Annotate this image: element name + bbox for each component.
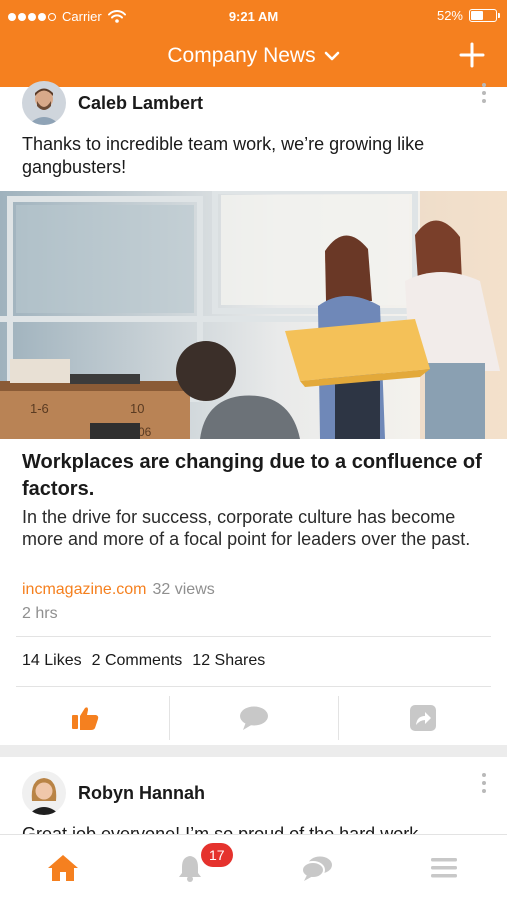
article-source-link[interactable]: incmagazine.com xyxy=(22,581,147,598)
divider xyxy=(16,636,491,637)
tab-notifications[interactable]: 17 xyxy=(127,835,254,900)
likes-count[interactable]: 14 Likes xyxy=(22,652,82,670)
menu-icon xyxy=(430,857,457,877)
comments-count[interactable]: 2 Comments xyxy=(92,652,183,670)
share-icon xyxy=(409,705,436,731)
battery-group: 52% xyxy=(436,8,500,23)
comment-button[interactable] xyxy=(169,692,338,744)
svg-text:10: 10 xyxy=(130,401,144,416)
tab-menu[interactable] xyxy=(380,835,507,900)
shares-count[interactable]: 12 Shares xyxy=(192,652,265,670)
post-actions xyxy=(0,692,507,744)
status-time: 9:21 AM xyxy=(228,9,279,24)
tab-messages[interactable] xyxy=(254,835,381,900)
avatar[interactable] xyxy=(22,771,66,815)
article-views: 32 views xyxy=(152,581,215,598)
author-name: Caleb Lambert xyxy=(78,92,204,113)
app-header: Carrier 9:21 AM 52% Company News xyxy=(0,0,507,87)
plus-icon[interactable] xyxy=(459,42,485,68)
status-bar: Carrier 9:21 AM 52% xyxy=(0,0,507,32)
post-card: Robyn Hannah Great job everyone! I’m so … xyxy=(0,757,507,835)
chevron-down-icon xyxy=(324,51,339,61)
battery-percent: 52% xyxy=(436,8,463,23)
article-meta: incmagazine.com 32 views xyxy=(22,581,215,599)
post-card: Caleb Lambert Thanks to incredible team … xyxy=(0,81,507,745)
divider xyxy=(16,686,491,687)
like-icon xyxy=(71,707,98,730)
author-name: Robyn Hannah xyxy=(78,782,206,803)
post-author[interactable]: Robyn Hannah xyxy=(22,771,205,815)
like-button[interactable] xyxy=(0,692,169,744)
share-button[interactable] xyxy=(338,692,507,744)
post-author[interactable]: Caleb Lambert xyxy=(22,81,203,125)
engagement-stats: 14 Likes 2 Comments 12 Shares xyxy=(22,652,265,670)
article-image[interactable]: 1-6 10 06 xyxy=(0,191,507,439)
more-options-icon[interactable] xyxy=(481,83,487,103)
tab-bar: 17 xyxy=(0,834,507,900)
svg-text:1-6: 1-6 xyxy=(30,401,49,416)
post-text: Thanks to incredible team work, we’re gr… xyxy=(22,134,425,177)
feed-selector[interactable]: Company News xyxy=(0,44,507,68)
chat-icon xyxy=(300,856,332,881)
post-age: 2 hrs xyxy=(22,605,58,622)
article-summary: In the drive for success, corporate cult… xyxy=(22,507,471,549)
battery-icon xyxy=(469,9,500,22)
comment-icon xyxy=(239,706,268,730)
page-title: Company News xyxy=(167,44,316,67)
article-headline[interactable]: Workplaces are changing due to a conflue… xyxy=(22,449,485,503)
feed-separator xyxy=(0,745,507,757)
bell-icon xyxy=(179,855,202,882)
more-options-icon[interactable] xyxy=(481,773,487,793)
avatar[interactable] xyxy=(22,81,66,125)
home-icon xyxy=(48,854,79,881)
svg-text:06: 06 xyxy=(138,425,152,439)
tab-home[interactable] xyxy=(0,835,127,900)
notification-badge: 17 xyxy=(200,843,233,867)
